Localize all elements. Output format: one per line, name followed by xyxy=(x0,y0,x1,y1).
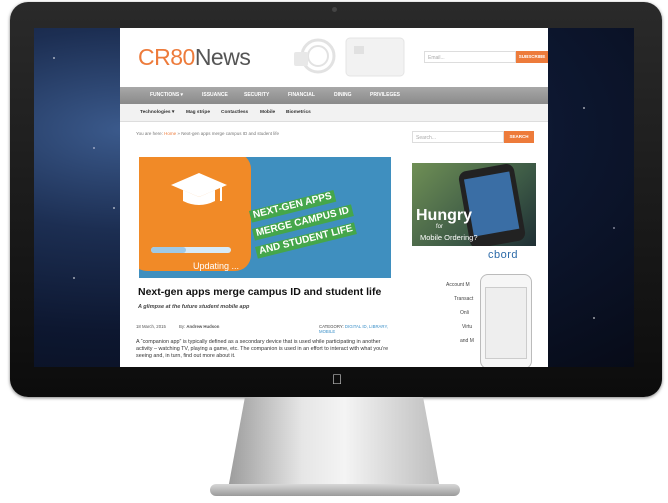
subnav-item-biometrics[interactable]: Biometrics xyxy=(286,104,311,121)
ad-headline: Hungry xyxy=(416,207,472,224)
graduation-cap-icon xyxy=(171,173,227,205)
ad2-line: Onli xyxy=(460,310,469,316)
nav-item-dining[interactable]: DINING xyxy=(334,87,352,104)
ad-brand-logo[interactable]: cbord xyxy=(488,249,518,261)
subnav-item-technologies[interactable]: Technologies ▾ xyxy=(140,104,174,121)
ad2-line: Transact xyxy=(454,296,474,302)
sidebar-search-input[interactable]: Search... xyxy=(412,131,504,143)
ad2-line: and M xyxy=(460,338,474,344)
article-author: By: Andrew Hudson xyxy=(179,324,220,329)
hero-image: Updating ... NEXT-GEN APPS MERGE CAMPUS … xyxy=(139,157,391,278)
breadcrumb-home-link[interactable]: Home xyxy=(164,131,176,136)
monitor-stand-base xyxy=(210,484,460,496)
nav-item-functions[interactable]: FUNCTIONS ▾ xyxy=(150,87,183,104)
ad-for: for xyxy=(436,224,444,230)
subscribe-button[interactable]: SUBSCRIBE xyxy=(516,51,548,63)
article-categories: CATEGORY: DIGITAL ID, LIBRARY, MOBILE xyxy=(319,324,388,334)
article-title[interactable]: Next-gen apps merge campus ID and studen… xyxy=(138,286,381,298)
article-body: A “companion app” is typically defined a… xyxy=(136,339,389,359)
subnav-item-contactless[interactable]: Contactless xyxy=(221,104,248,121)
nav-item-financial[interactable]: FINANCIAL xyxy=(288,87,315,104)
article-meta: 18 March, 2015 By: Andrew Hudson CATEGOR… xyxy=(136,324,396,334)
header-card-graphic xyxy=(294,37,405,77)
progress-bar xyxy=(151,247,231,253)
subnav-item-mobile[interactable]: Mobile xyxy=(260,104,275,121)
ad-banner-mobile[interactable]: Account M Transact Onli Virtu and M xyxy=(412,272,542,367)
camera-icon xyxy=(332,7,337,12)
monitor-stand xyxy=(228,397,440,489)
updating-label: Updating ... xyxy=(193,261,240,271)
nav-item-security[interactable]: SECURITY xyxy=(244,87,269,104)
main-nav: FUNCTIONS ▾ ISSUANCE SECURITY FINANCIAL … xyxy=(120,87,548,104)
phone-image xyxy=(480,274,532,367)
sidebar-search-button[interactable]: SEARCH xyxy=(504,131,534,143)
ad2-line: Virtu xyxy=(462,324,473,330)
email-input[interactable]: Email... xyxy=(424,51,516,63)
screen: CR80News Email... SUBSCRIBE FUNCTIONS ▾ … xyxy=(34,28,634,367)
ad2-line: Account M xyxy=(446,282,470,288)
breadcrumb: You are here: Home » Next-gen apps merge… xyxy=(136,131,279,136)
sub-nav: Technologies ▾ Mag stripe Contactless Mo… xyxy=(120,104,548,122)
monitor-chin:  xyxy=(10,365,662,397)
webpage: CR80News Email... SUBSCRIBE FUNCTIONS ▾ … xyxy=(120,28,548,367)
apple-logo-icon:  xyxy=(330,371,344,387)
ad-tagline: Mobile Ordering? xyxy=(420,233,478,242)
subnav-item-mag-stripe[interactable]: Mag stripe xyxy=(186,104,210,121)
imac-monitor: CR80News Email... SUBSCRIBE FUNCTIONS ▾ … xyxy=(10,2,662,397)
ad-banner-hungry[interactable]: Hungry for Mobile Ordering? xyxy=(412,163,536,246)
site-logo[interactable]: CR80News xyxy=(138,44,251,71)
article-date: 18 March, 2015 xyxy=(136,324,166,329)
nav-item-issuance[interactable]: ISSUANCE xyxy=(202,87,228,104)
nav-item-privileges[interactable]: PRIVILEGES xyxy=(370,87,400,104)
article-subtitle: A glimpse at the future student mobile a… xyxy=(138,304,250,310)
site-header: CR80News Email... SUBSCRIBE xyxy=(120,28,548,87)
